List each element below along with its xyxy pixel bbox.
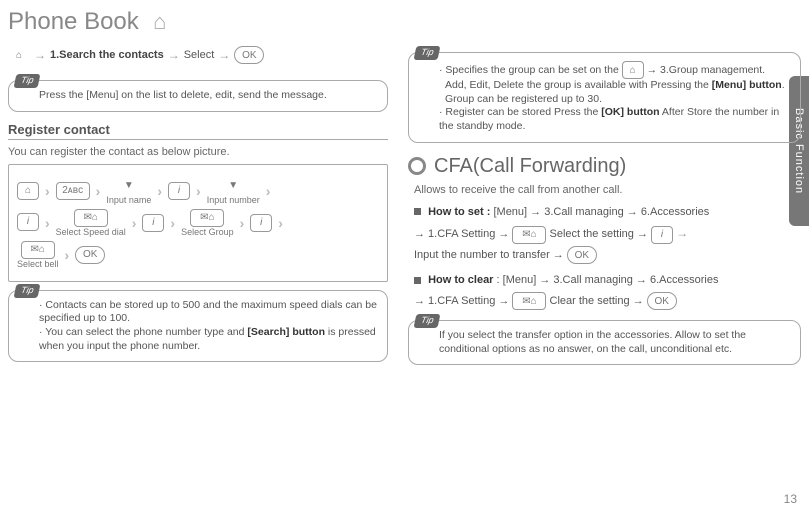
- how-clear-label: How to clear: [428, 274, 493, 286]
- cursor-icon: ▼: [118, 177, 140, 195]
- title-text: Phone Book: [8, 8, 139, 36]
- chevron-right-icon: ›: [278, 215, 283, 231]
- flow-text: → 1.CFA Setting →: [414, 228, 512, 240]
- square-bullet-icon: [414, 208, 421, 215]
- tip-part: · Register can be stored Press the: [439, 106, 601, 118]
- ok-button-icon: OK: [234, 46, 264, 64]
- ok-button-icon: OK: [647, 292, 677, 310]
- tip-box: Tip · Specifies the group can be set on …: [408, 52, 801, 143]
- tip-bold: [Menu] button: [712, 79, 782, 91]
- select-bell-label: Select bell: [17, 259, 59, 269]
- register-desc: You can register the contact as below pi…: [8, 146, 388, 158]
- book-icon: ⌂: [622, 61, 644, 79]
- book-icon: ⌂: [8, 46, 30, 64]
- chevron-right-icon: ›: [240, 215, 245, 231]
- flow-text: → 1.CFA Setting →: [414, 295, 512, 307]
- chevron-right-icon: ›: [196, 183, 201, 199]
- cfa-desc: Allows to receive the call from another …: [414, 184, 801, 196]
- tip-line: · Register can be stored Press the [OK] …: [439, 106, 790, 133]
- tip-badge: Tip: [414, 314, 441, 328]
- tip-box: Tip If you select the transfer option in…: [408, 320, 801, 365]
- info-icon: i: [250, 214, 272, 232]
- page-title: Phone Book ⌂: [0, 0, 809, 40]
- mail-book-icon: ✉⌂: [190, 209, 224, 227]
- info-icon: i: [17, 213, 39, 231]
- search-contacts-label: 1.Search the contacts: [50, 49, 164, 61]
- register-header: Register contact: [8, 122, 388, 140]
- flow-text: Clear the setting →: [550, 295, 647, 307]
- tip-part: → 3.Group management.: [647, 64, 765, 76]
- mail-book-icon: ✉⌂: [512, 292, 546, 310]
- tip-line: · Specifies the group can be set on the …: [439, 61, 790, 79]
- mail-book-icon: ✉⌂: [512, 226, 546, 244]
- how-to-clear: How to clear : [Menu] → 3.Call managing …: [414, 270, 801, 312]
- book-icon: ⌂: [149, 13, 171, 31]
- tip-box: Tip · Contacts can be stored up to 500 a…: [8, 290, 388, 363]
- how-to-set: How to set : [Menu] → 3.Call managing → …: [414, 202, 801, 267]
- input-number-label: Input number: [207, 195, 260, 205]
- tip-badge: Tip: [14, 74, 41, 88]
- tip-text: · You can select the phone number type a…: [39, 326, 377, 353]
- tip-badge: Tip: [414, 46, 441, 60]
- keypad-icon: 2ᴀʙᴄ: [56, 182, 90, 200]
- info-icon: i: [142, 214, 164, 232]
- tip-bold: [Search] button: [247, 326, 325, 338]
- how-set-label: How to set :: [428, 206, 490, 218]
- tip-part: · You can select the phone number type a…: [39, 326, 247, 338]
- flow-text: [Menu] → 3.Call managing → 6.Accessories: [493, 206, 709, 218]
- tip-text: · Contacts can be stored up to 500 and t…: [39, 299, 377, 326]
- tip-badge: Tip: [14, 284, 41, 298]
- cursor-icon: ▼: [222, 177, 244, 195]
- arrow-icon: →: [168, 48, 180, 62]
- register-diagram: ⌂ › 2ᴀʙᴄ › ▼ Input name › i › ▼ Input nu…: [8, 164, 388, 282]
- ok-button-icon: OK: [567, 246, 597, 264]
- input-name-label: Input name: [106, 195, 151, 205]
- chevron-right-icon: ›: [157, 183, 162, 199]
- square-bullet-icon: [414, 277, 421, 284]
- page-number: 13: [784, 492, 797, 506]
- select-speed-label: Select Speed dial: [56, 227, 126, 237]
- arrow-icon: →: [34, 48, 46, 62]
- chevron-right-icon: ›: [65, 247, 70, 263]
- search-steps: ⌂ → 1.Search the contacts → Select → OK: [8, 44, 388, 72]
- info-icon: i: [168, 182, 190, 200]
- mail-book-icon: ✉⌂: [21, 241, 55, 259]
- tip-box: Tip Press the [Menu] on the list to dele…: [8, 80, 388, 112]
- select-group-label: Select Group: [181, 227, 234, 237]
- arrow-icon: →: [218, 48, 230, 62]
- flow-text: : [Menu] → 3.Call managing → 6.Accessori…: [497, 274, 719, 286]
- tip-line: Add, Edit, Delete the group is available…: [439, 79, 790, 106]
- cfa-title: CFA(Call Forwarding): [408, 155, 801, 178]
- ok-button-icon: OK: [75, 246, 105, 264]
- chevron-right-icon: ›: [45, 215, 50, 231]
- tip-text: If you select the transfer option in the…: [439, 329, 746, 355]
- arrow-icon: →: [676, 226, 688, 240]
- flow-text: Input the number to transfer →: [414, 249, 567, 261]
- book-icon: ⌂: [17, 182, 39, 200]
- info-icon: i: [651, 226, 673, 244]
- tip-text: Press the [Menu] on the list to delete, …: [39, 89, 327, 101]
- chevron-right-icon: ›: [132, 215, 137, 231]
- bullet-circle-icon: [408, 157, 426, 175]
- cfa-title-text: CFA(Call Forwarding): [434, 155, 626, 178]
- tip-bold: [OK] button: [601, 106, 659, 118]
- flow-text: Select the setting →: [550, 228, 652, 240]
- chevron-right-icon: ›: [96, 183, 101, 199]
- tip-part: Add, Edit, Delete the group is available…: [445, 79, 712, 91]
- chevron-right-icon: ›: [45, 183, 50, 199]
- chevron-right-icon: ›: [266, 183, 271, 199]
- tip-part: · Specifies the group can be set on the: [439, 64, 622, 76]
- mail-book-icon: ✉⌂: [74, 209, 108, 227]
- chevron-right-icon: ›: [170, 215, 175, 231]
- select-label: Select: [184, 49, 215, 61]
